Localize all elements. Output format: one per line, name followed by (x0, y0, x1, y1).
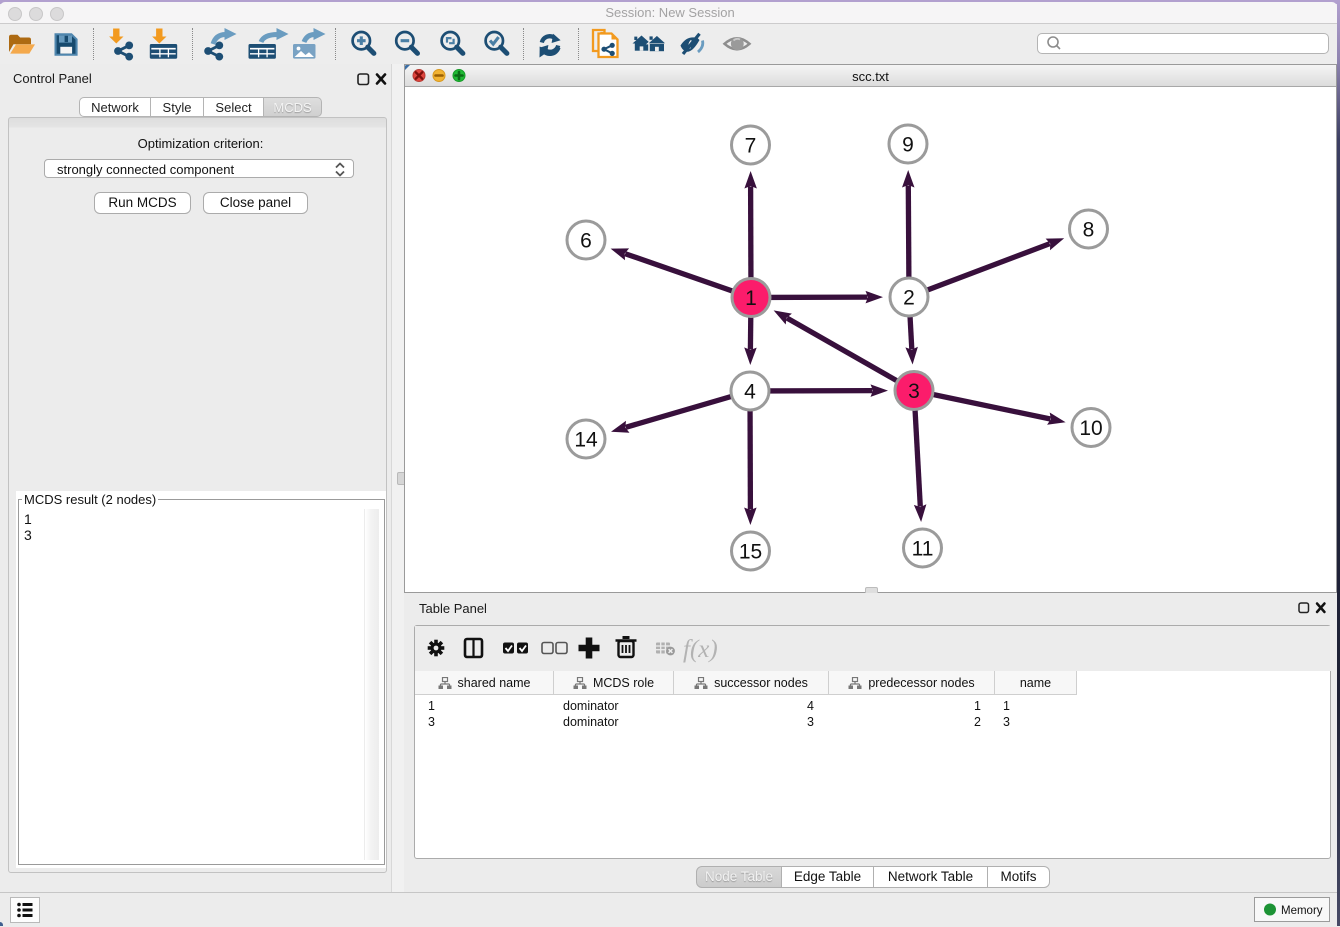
svg-text:Memory: Memory (1281, 905, 1323, 917)
svg-text:10: 10 (1079, 417, 1102, 440)
svg-text:6: 6 (580, 230, 592, 253)
svg-text:2: 2 (903, 287, 915, 310)
svg-text:7: 7 (745, 135, 757, 158)
svg-text:3: 3 (908, 380, 920, 403)
svg-text:4: 4 (744, 381, 756, 404)
svg-text:11: 11 (912, 538, 934, 561)
svg-text:f(x): f(x) (683, 636, 718, 663)
svg-text:8: 8 (1083, 219, 1095, 242)
svg-text:9: 9 (902, 134, 914, 157)
svg-text:15: 15 (739, 541, 762, 564)
svg-text:14: 14 (574, 429, 598, 452)
svg-text:1: 1 (745, 287, 757, 310)
